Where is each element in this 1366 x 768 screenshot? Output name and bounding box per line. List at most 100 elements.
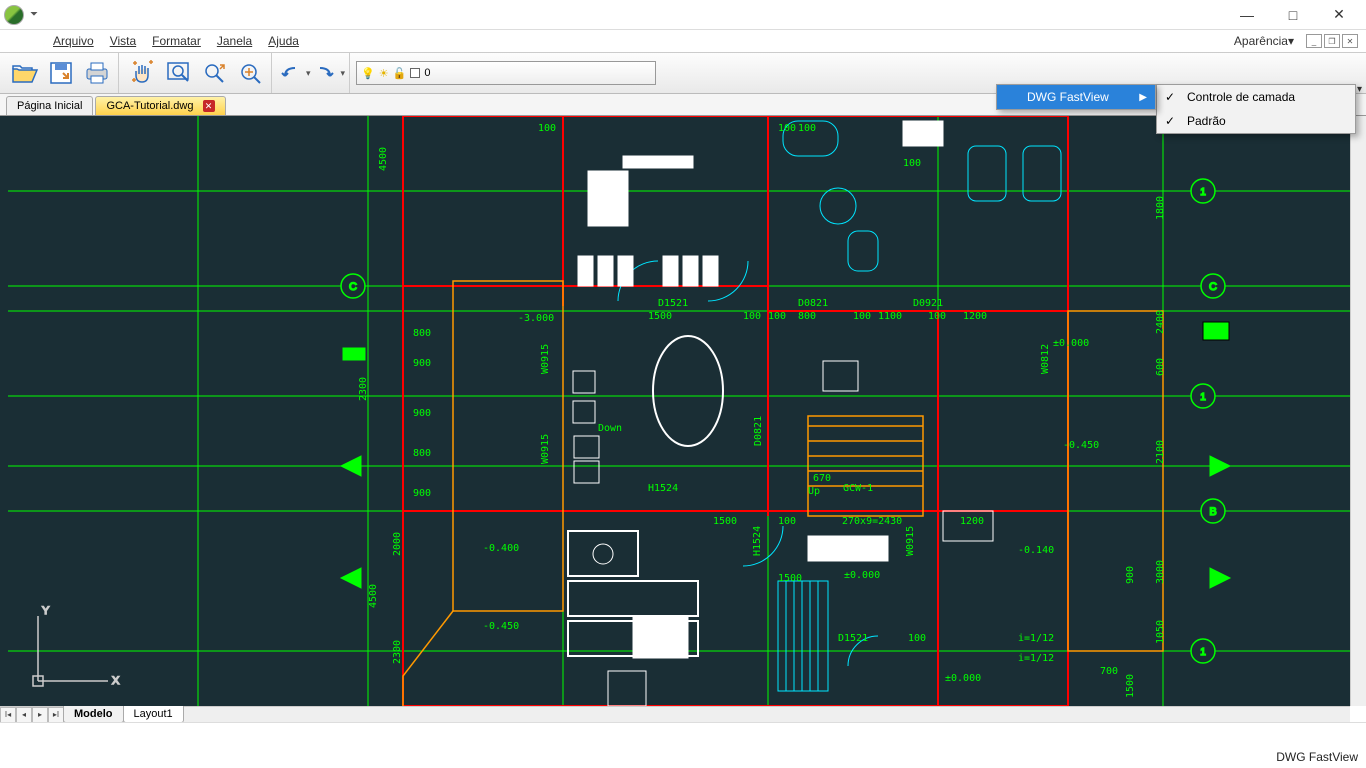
- svg-text:4500: 4500: [368, 584, 379, 608]
- app-icon: [4, 5, 24, 25]
- toolbar-overflow[interactable]: ▾: [1357, 84, 1362, 95]
- svg-text:100: 100: [908, 633, 926, 644]
- menu-janela[interactable]: Janela: [217, 34, 252, 48]
- menu-arquivo[interactable]: Arquivo: [53, 34, 94, 48]
- svg-text:±0.000: ±0.000: [844, 570, 880, 581]
- maximize-button[interactable]: □: [1270, 0, 1316, 30]
- svg-text:-0.400: -0.400: [483, 543, 519, 554]
- svg-text:800: 800: [413, 328, 431, 339]
- submenu: DWG FastView ▶: [996, 84, 1156, 110]
- svg-text:2300: 2300: [392, 640, 403, 664]
- layout-tab-model[interactable]: Modelo: [63, 706, 124, 723]
- statusbar: DWG FastView: [0, 722, 1366, 768]
- svg-text:270x9=2430: 270x9=2430: [842, 516, 902, 527]
- svg-text:W0915: W0915: [540, 434, 551, 464]
- svg-text:1200: 1200: [963, 311, 987, 322]
- svg-text:D1521: D1521: [838, 633, 868, 644]
- mdi-minimize[interactable]: _: [1306, 34, 1322, 48]
- svg-text:-3.000: -3.000: [518, 313, 554, 324]
- redo-dropdown[interactable]: ▾: [341, 68, 346, 79]
- qa-dropdown[interactable]: ⏷: [30, 9, 38, 20]
- svg-text:W0915: W0915: [905, 526, 916, 556]
- context-menu: ✓ Controle de camada ✓ Padrão: [1156, 84, 1356, 134]
- vertical-scrollbar[interactable]: [1350, 116, 1366, 706]
- pan-button[interactable]: [125, 56, 159, 90]
- svg-text:3000: 3000: [1155, 560, 1166, 584]
- svg-text:-0.140: -0.140: [1018, 545, 1054, 556]
- close-button[interactable]: ✕: [1316, 0, 1362, 30]
- svg-text:D1521: D1521: [658, 298, 688, 309]
- svg-text:1050: 1050: [1155, 620, 1166, 644]
- folder-open-icon: [12, 62, 38, 84]
- lock-icon: 🔓: [393, 67, 407, 80]
- svg-text:1100: 1100: [878, 311, 902, 322]
- svg-text:2100: 2100: [1155, 440, 1166, 464]
- save-icon: [49, 61, 73, 85]
- tab-file[interactable]: GCA-Tutorial.dwg ✕: [95, 96, 225, 116]
- svg-text:GCW-1: GCW-1: [843, 483, 873, 494]
- tab-close-button[interactable]: ✕: [203, 100, 215, 112]
- print-button[interactable]: [80, 56, 114, 90]
- mdi-close[interactable]: ✕: [1342, 34, 1358, 48]
- svg-text:Up: Up: [808, 486, 820, 497]
- svg-text:Down: Down: [598, 423, 622, 434]
- printer-icon: [84, 61, 110, 85]
- svg-text:100: 100: [798, 123, 816, 134]
- undo-icon: [281, 64, 301, 82]
- zoom-dynamic-button[interactable]: [197, 56, 231, 90]
- svg-text:100: 100: [903, 158, 921, 169]
- status-app-name: DWG FastView: [1276, 750, 1358, 764]
- undo-button[interactable]: [278, 56, 304, 90]
- submenu-dwg-fastview[interactable]: DWG FastView ▶: [997, 85, 1155, 109]
- svg-text:670: 670: [813, 473, 831, 484]
- tab-next[interactable]: ▸: [32, 707, 48, 723]
- tab-prev[interactable]: ◂: [16, 707, 32, 723]
- zoom-dynamic-icon: [202, 61, 226, 85]
- svg-text:100: 100: [778, 123, 796, 134]
- svg-text:-0.450: -0.450: [1063, 440, 1099, 451]
- check-icon: ✓: [1165, 114, 1175, 128]
- svg-text:900: 900: [413, 488, 431, 499]
- svg-text:2000: 2000: [392, 532, 403, 556]
- zoom-window-button[interactable]: [161, 56, 195, 90]
- svg-text:W0915: W0915: [540, 344, 551, 374]
- appearance-button[interactable]: Aparência▾: [1230, 32, 1298, 50]
- mdi-restore[interactable]: ❐: [1324, 34, 1340, 48]
- svg-text:C: C: [349, 281, 357, 293]
- tab-last[interactable]: ▸I: [48, 707, 64, 723]
- svg-text:900: 900: [413, 408, 431, 419]
- drawing-canvas[interactable]: C C 1 1 B 1 4500 2300 800900900 800900 1…: [0, 116, 1366, 706]
- menu-formatar[interactable]: Formatar: [152, 34, 201, 48]
- svg-text:Y: Y: [42, 605, 50, 617]
- svg-text:H1524: H1524: [752, 526, 763, 556]
- svg-text:1: 1: [1200, 187, 1206, 198]
- menu-ajuda[interactable]: Ajuda: [268, 34, 299, 48]
- layer-select[interactable]: 💡 ☀ 🔓 0: [356, 61, 656, 85]
- open-button[interactable]: [8, 56, 42, 90]
- titlebar: ⏷ — □ ✕: [0, 0, 1366, 30]
- tab-file-label: GCA-Tutorial.dwg: [106, 100, 193, 112]
- svg-text:100: 100: [853, 311, 871, 322]
- menu-vista[interactable]: Vista: [110, 34, 136, 48]
- minimize-button[interactable]: —: [1224, 0, 1270, 30]
- redo-button[interactable]: [313, 56, 339, 90]
- svg-text:800: 800: [413, 448, 431, 459]
- svg-text:i=1/12: i=1/12: [1018, 653, 1054, 664]
- svg-text:900: 900: [413, 358, 431, 369]
- layout-tab-layout1[interactable]: Layout1: [123, 706, 184, 723]
- svg-text:2300: 2300: [358, 377, 369, 401]
- undo-dropdown[interactable]: ▾: [306, 68, 311, 79]
- ctx-default[interactable]: ✓ Padrão: [1157, 109, 1355, 133]
- svg-text:1500: 1500: [648, 311, 672, 322]
- save-button[interactable]: [44, 56, 78, 90]
- tab-first[interactable]: I◂: [0, 707, 16, 723]
- chevron-right-icon: ▶: [1139, 92, 1147, 103]
- zoom-extents-button[interactable]: [233, 56, 267, 90]
- svg-text:B: B: [1209, 506, 1216, 518]
- svg-text:±0.000: ±0.000: [945, 673, 981, 684]
- layer-name: 0: [424, 67, 430, 79]
- svg-text:100: 100: [778, 516, 796, 527]
- tab-home[interactable]: Página Inicial: [6, 96, 93, 115]
- sun-icon: ☀: [379, 67, 389, 80]
- ctx-layer-control[interactable]: ✓ Controle de camada: [1157, 85, 1355, 109]
